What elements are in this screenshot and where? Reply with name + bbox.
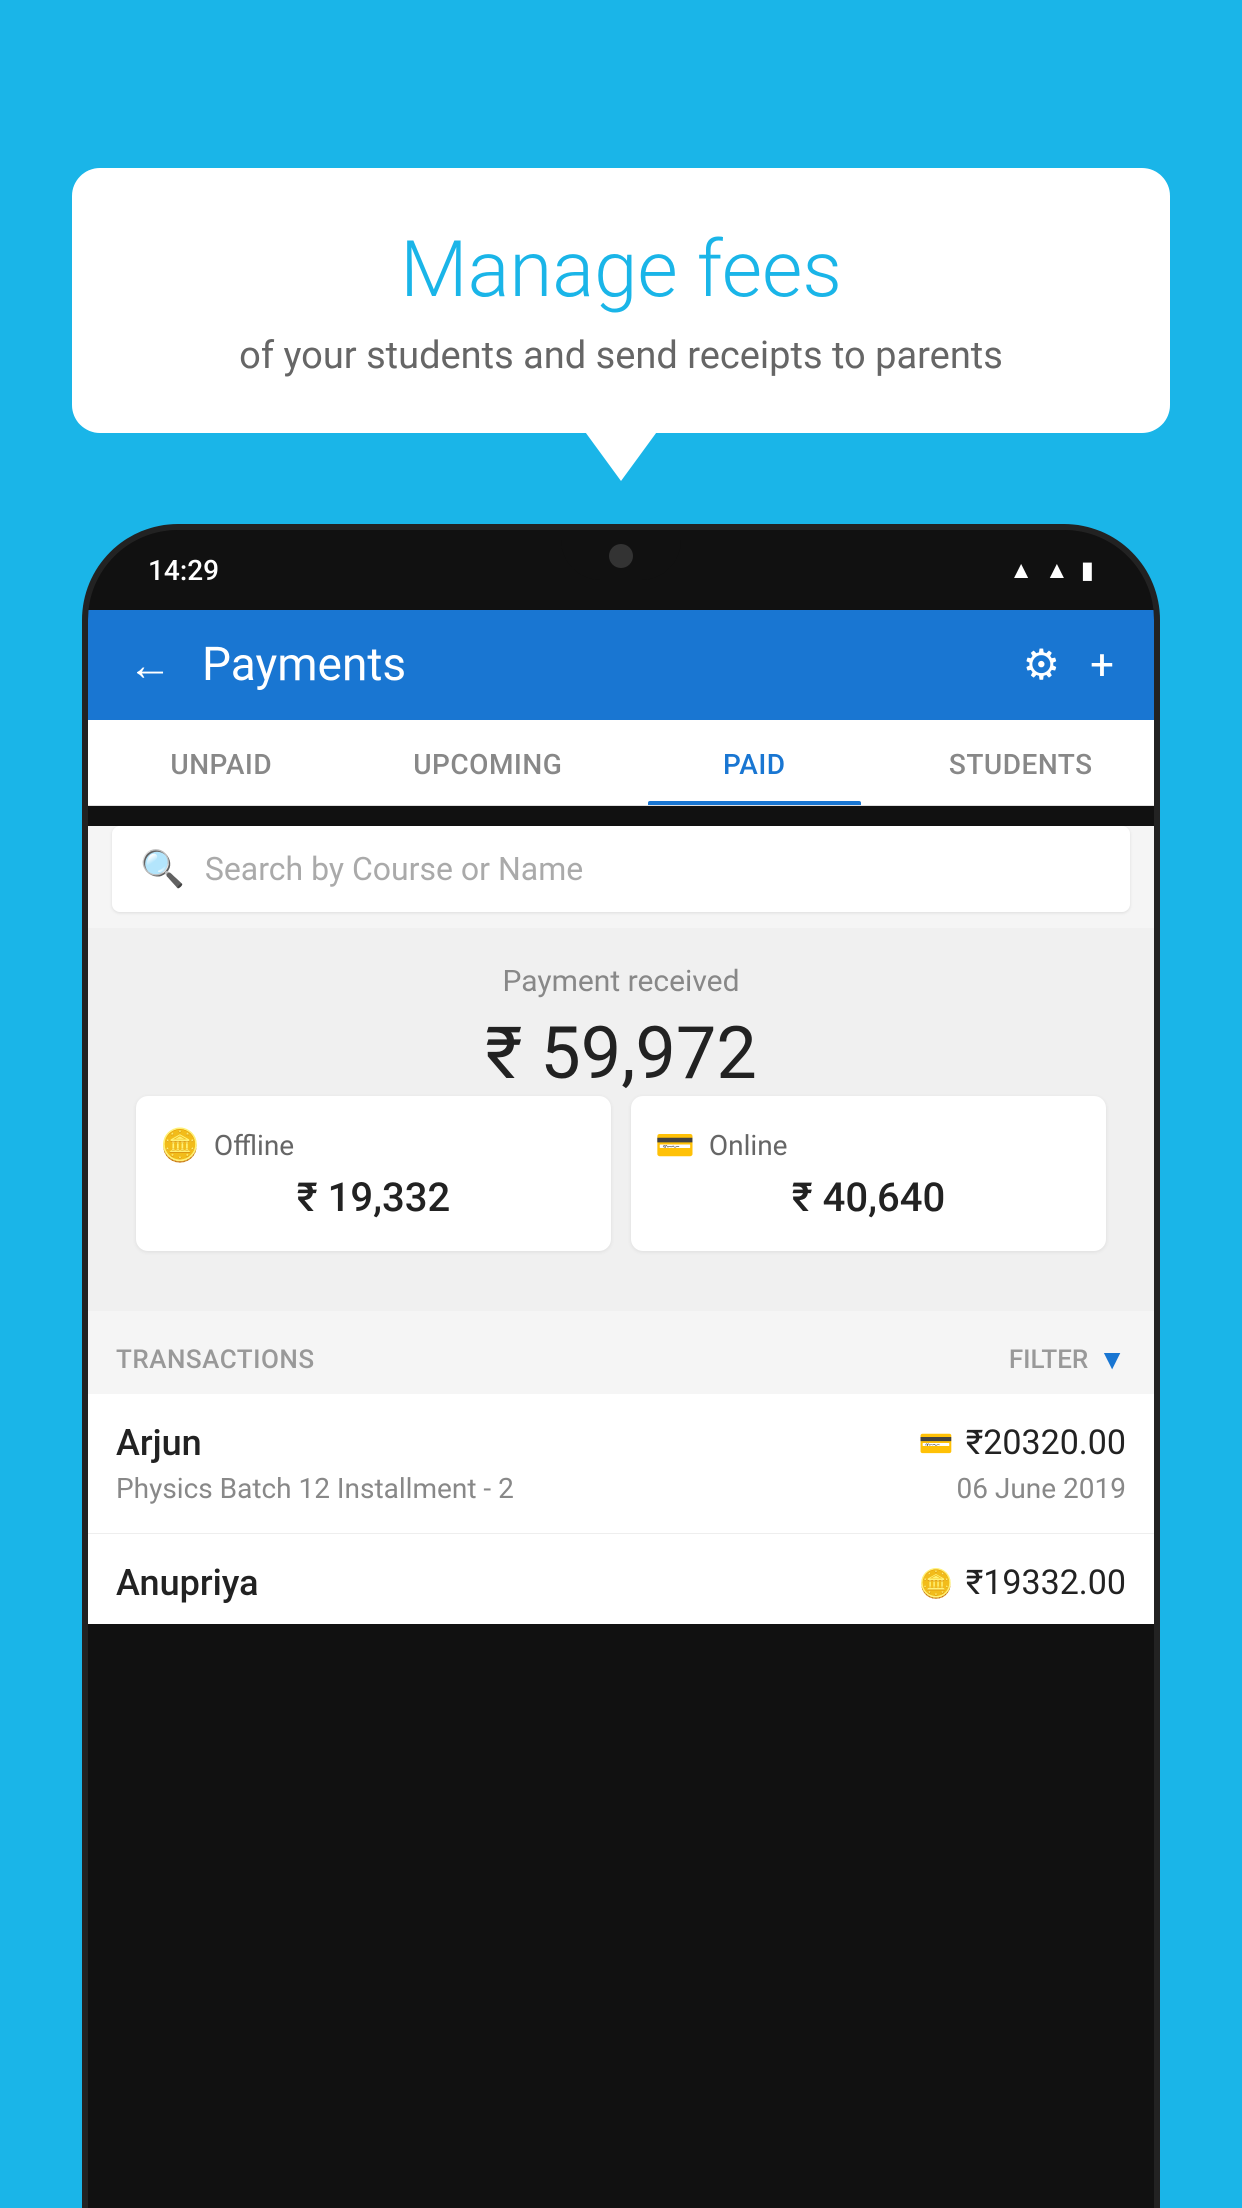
- app-content: 🔍 Search by Course or Name Payment recei…: [88, 826, 1154, 1624]
- offline-icon: 🪙: [160, 1126, 200, 1164]
- search-icon: 🔍: [140, 848, 185, 890]
- payment-received-section: Payment received ₹ 59,972 🪙 Offline ₹ 19…: [88, 928, 1154, 1311]
- online-card-header: 💳 Online: [655, 1126, 1082, 1164]
- transaction-row-top: Arjun 💳 ₹20320.00: [116, 1422, 1126, 1464]
- filter-label-text: FILTER: [1009, 1345, 1088, 1375]
- search-input[interactable]: Search by Course or Name: [205, 850, 583, 888]
- speech-bubble: Manage fees of your students and send re…: [72, 168, 1170, 433]
- status-icons: ▲ ▲ ▮: [1009, 556, 1094, 585]
- transaction-amount-wrap-2: 🪙 ₹19332.00: [919, 1563, 1126, 1603]
- transaction-name-2: Anupriya: [116, 1562, 259, 1604]
- transaction-item-partial[interactable]: Anupriya 🪙 ₹19332.00: [88, 1534, 1154, 1624]
- filter-button[interactable]: FILTER ▼: [1009, 1343, 1126, 1376]
- bubble-subtitle: of your students and send receipts to pa…: [122, 334, 1120, 378]
- card-payment-icon: 💳: [919, 1427, 954, 1460]
- offline-payment-icon: 🪙: [919, 1567, 954, 1600]
- transaction-row-bottom: Physics Batch 12 Installment - 2 06 June…: [116, 1472, 1126, 1505]
- add-icon[interactable]: +: [1090, 641, 1114, 690]
- app-bar-actions: ⚙ +: [1023, 640, 1115, 690]
- offline-label: Offline: [214, 1129, 294, 1162]
- transaction-row-top-2: Anupriya 🪙 ₹19332.00: [116, 1562, 1126, 1604]
- payment-received-label: Payment received: [112, 964, 1130, 999]
- tab-unpaid[interactable]: UNPAID: [88, 720, 355, 805]
- phone-notch: [561, 530, 681, 580]
- bubble-title: Manage fees: [122, 228, 1120, 314]
- offline-card: 🪙 Offline ₹ 19,332: [136, 1096, 611, 1251]
- phone-frame: 14:29 ▲ ▲ ▮ ← Payments ⚙ + UNPAID UPCOMI…: [88, 530, 1154, 2208]
- search-bar[interactable]: 🔍 Search by Course or Name: [112, 826, 1130, 912]
- transaction-date: 06 June 2019: [956, 1472, 1126, 1505]
- online-label: Online: [709, 1129, 788, 1162]
- status-time: 14:29: [148, 554, 219, 587]
- payment-received-amount: ₹ 59,972: [112, 1011, 1130, 1096]
- tab-paid[interactable]: PAID: [621, 720, 888, 805]
- back-button[interactable]: ←: [128, 639, 172, 691]
- transaction-name: Arjun: [116, 1422, 202, 1464]
- transaction-course: Physics Batch 12 Installment - 2: [116, 1472, 514, 1505]
- online-icon: 💳: [655, 1126, 695, 1164]
- settings-icon[interactable]: ⚙: [1023, 640, 1061, 690]
- transaction-amount-wrap: 💳 ₹20320.00: [919, 1423, 1126, 1463]
- offline-amount: ₹ 19,332: [160, 1174, 587, 1221]
- wifi-icon: ▲: [1009, 556, 1033, 585]
- battery-icon: ▮: [1081, 556, 1094, 584]
- transaction-amount: ₹20320.00: [966, 1423, 1126, 1463]
- filter-icon: ▼: [1098, 1343, 1126, 1376]
- transaction-amount-2: ₹19332.00: [966, 1563, 1126, 1603]
- online-card: 💳 Online ₹ 40,640: [631, 1096, 1106, 1251]
- offline-card-header: 🪙 Offline: [160, 1126, 587, 1164]
- signal-icon: ▲: [1045, 556, 1069, 585]
- online-amount: ₹ 40,640: [655, 1174, 1082, 1221]
- app-bar: ← Payments ⚙ +: [88, 610, 1154, 720]
- transaction-item[interactable]: Arjun 💳 ₹20320.00 Physics Batch 12 Insta…: [88, 1394, 1154, 1534]
- transactions-header: TRANSACTIONS FILTER ▼: [88, 1319, 1154, 1394]
- payment-method-cards: 🪙 Offline ₹ 19,332 💳 Online ₹ 40,640: [112, 1096, 1130, 1279]
- camera: [609, 544, 633, 568]
- transactions-label: TRANSACTIONS: [116, 1345, 315, 1375]
- page-title: Payments: [202, 638, 1023, 692]
- tab-students[interactable]: STUDENTS: [888, 720, 1155, 805]
- tab-upcoming[interactable]: UPCOMING: [355, 720, 622, 805]
- tabs: UNPAID UPCOMING PAID STUDENTS: [88, 720, 1154, 806]
- status-bar: 14:29 ▲ ▲ ▮: [88, 530, 1154, 610]
